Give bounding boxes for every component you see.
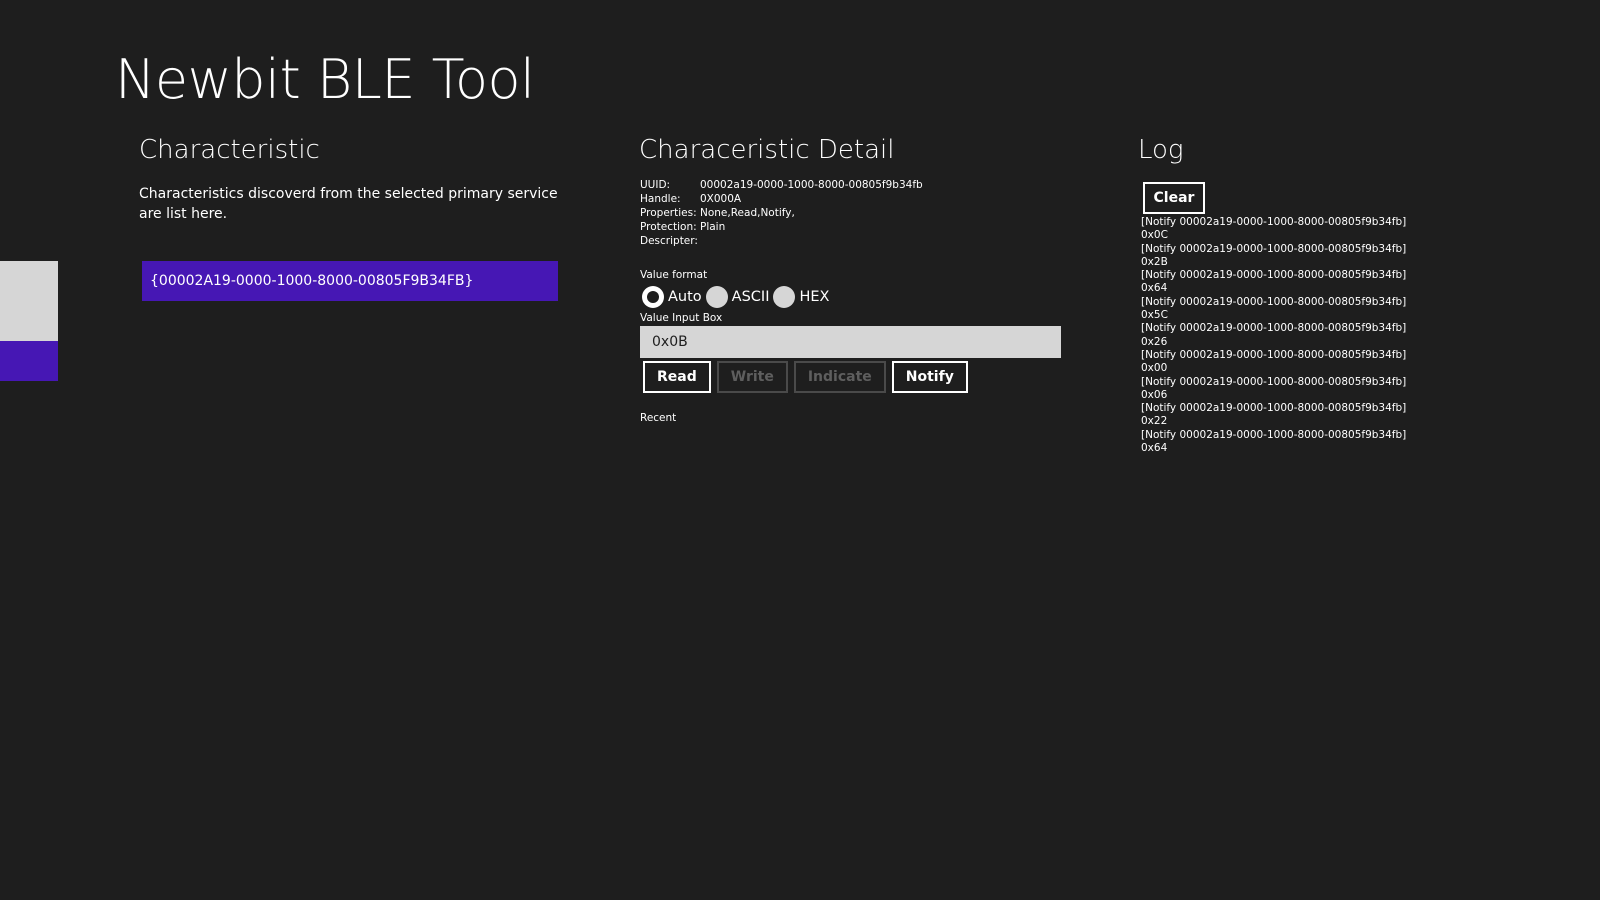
detail-value: None,Read,Notify,	[700, 207, 795, 219]
value-input-label: Value Input Box	[640, 312, 723, 324]
characteristic-list-item[interactable]: {00002A19-0000-1000-8000-00805F9B34FB}	[142, 261, 558, 301]
detail-row-descripter: Descripter:	[640, 234, 923, 248]
read-button[interactable]: Read	[643, 361, 711, 393]
log-entry: 0x64	[1141, 442, 1168, 455]
radio-unselected-icon	[773, 286, 796, 308]
radio-unselected-icon	[705, 286, 728, 308]
radio-label: ASCII	[731, 289, 770, 305]
log-entry: [Notify 00002a19-0000-1000-8000-00805f9b…	[1141, 242, 1407, 255]
log-list: [Notify 00002a19-0000-1000-8000-00805f9b…	[1141, 216, 1471, 455]
detail-key: Descripter:	[640, 235, 698, 247]
action-buttons: Read Write Indicate Notify	[643, 361, 974, 393]
indicate-button[interactable]: Indicate	[793, 361, 886, 393]
log-entry: 0x2B	[1141, 255, 1168, 268]
log-entry: [Notify 00002a19-0000-1000-8000-00805f9b…	[1141, 322, 1407, 335]
app-title: Newbit BLE Tool	[115, 48, 535, 111]
log-entry: 0x64	[1141, 282, 1168, 295]
log-entry: [Notify 00002a19-0000-1000-8000-00805f9b…	[1141, 348, 1407, 361]
log-entry: 0x22	[1141, 415, 1168, 428]
value-input-box[interactable]	[640, 326, 1061, 358]
detail-value: 00002a19-0000-1000-8000-00805f9b34fb	[700, 179, 923, 191]
recent-label: Recent	[640, 412, 677, 424]
log-entry: 0x06	[1141, 388, 1168, 401]
log-entry: [Notify 00002a19-0000-1000-8000-00805f9b…	[1141, 216, 1407, 228]
characteristic-heading: Characteristic	[139, 135, 320, 165]
detail-row-properties: Properties: None,Read,Notify,	[640, 206, 923, 220]
radio-selected-icon	[642, 286, 664, 308]
log-entry: 0x0C	[1141, 229, 1168, 242]
notify-button[interactable]: Notify	[891, 361, 968, 393]
detail-row-handle: Handle: 0X000A	[640, 192, 923, 206]
log-entry: [Notify 00002a19-0000-1000-8000-00805f9b…	[1141, 428, 1407, 441]
detail-row-uuid: UUID: 00002a19-0000-1000-8000-00805f9b34…	[640, 178, 923, 192]
value-format-label: Value format	[640, 269, 708, 281]
characteristic-description: Characteristics discoverd from the selec…	[139, 186, 558, 222]
log-entry: [Notify 00002a19-0000-1000-8000-00805f9b…	[1141, 269, 1407, 282]
radio-label: HEX	[799, 289, 830, 305]
radio-hex[interactable]: HEX	[773, 286, 829, 308]
log-heading: Log	[1138, 135, 1184, 165]
detail-row-protection: Protection: Plain	[640, 220, 923, 234]
radio-ascii[interactable]: ASCII	[705, 286, 770, 308]
log-entry: [Notify 00002a19-0000-1000-8000-00805f9b…	[1141, 375, 1407, 388]
detail-key: Protection:	[640, 221, 697, 233]
log-entry: [Notify 00002a19-0000-1000-8000-00805f9b…	[1141, 402, 1407, 415]
detail-value: Plain	[700, 221, 726, 233]
detail-key: UUID:	[640, 179, 671, 191]
log-entry: 0x00	[1141, 362, 1168, 375]
log-entry: [Notify 00002a19-0000-1000-8000-00805f9b…	[1141, 295, 1407, 308]
value-format-radio-group: Auto ASCII HEX	[642, 284, 833, 310]
write-button[interactable]: Write	[716, 361, 788, 393]
side-tile-active[interactable]	[0, 341, 58, 381]
detail-heading: Characeristic Detail	[639, 135, 895, 165]
radio-auto[interactable]: Auto	[642, 286, 702, 308]
detail-key: Properties:	[640, 207, 697, 219]
log-entry: 0x26	[1141, 335, 1168, 348]
detail-value: 0X000A	[700, 193, 742, 205]
app-window: Newbit BLE Tool Characteristic Character…	[0, 0, 1600, 900]
side-tile-inactive[interactable]	[0, 261, 58, 341]
radio-label: Auto	[668, 289, 702, 305]
clear-button[interactable]: Clear	[1143, 182, 1205, 214]
log-entry: 0x5C	[1141, 309, 1168, 322]
detail-info: UUID: 00002a19-0000-1000-8000-00805f9b34…	[640, 178, 923, 248]
detail-key: Handle:	[640, 193, 681, 205]
